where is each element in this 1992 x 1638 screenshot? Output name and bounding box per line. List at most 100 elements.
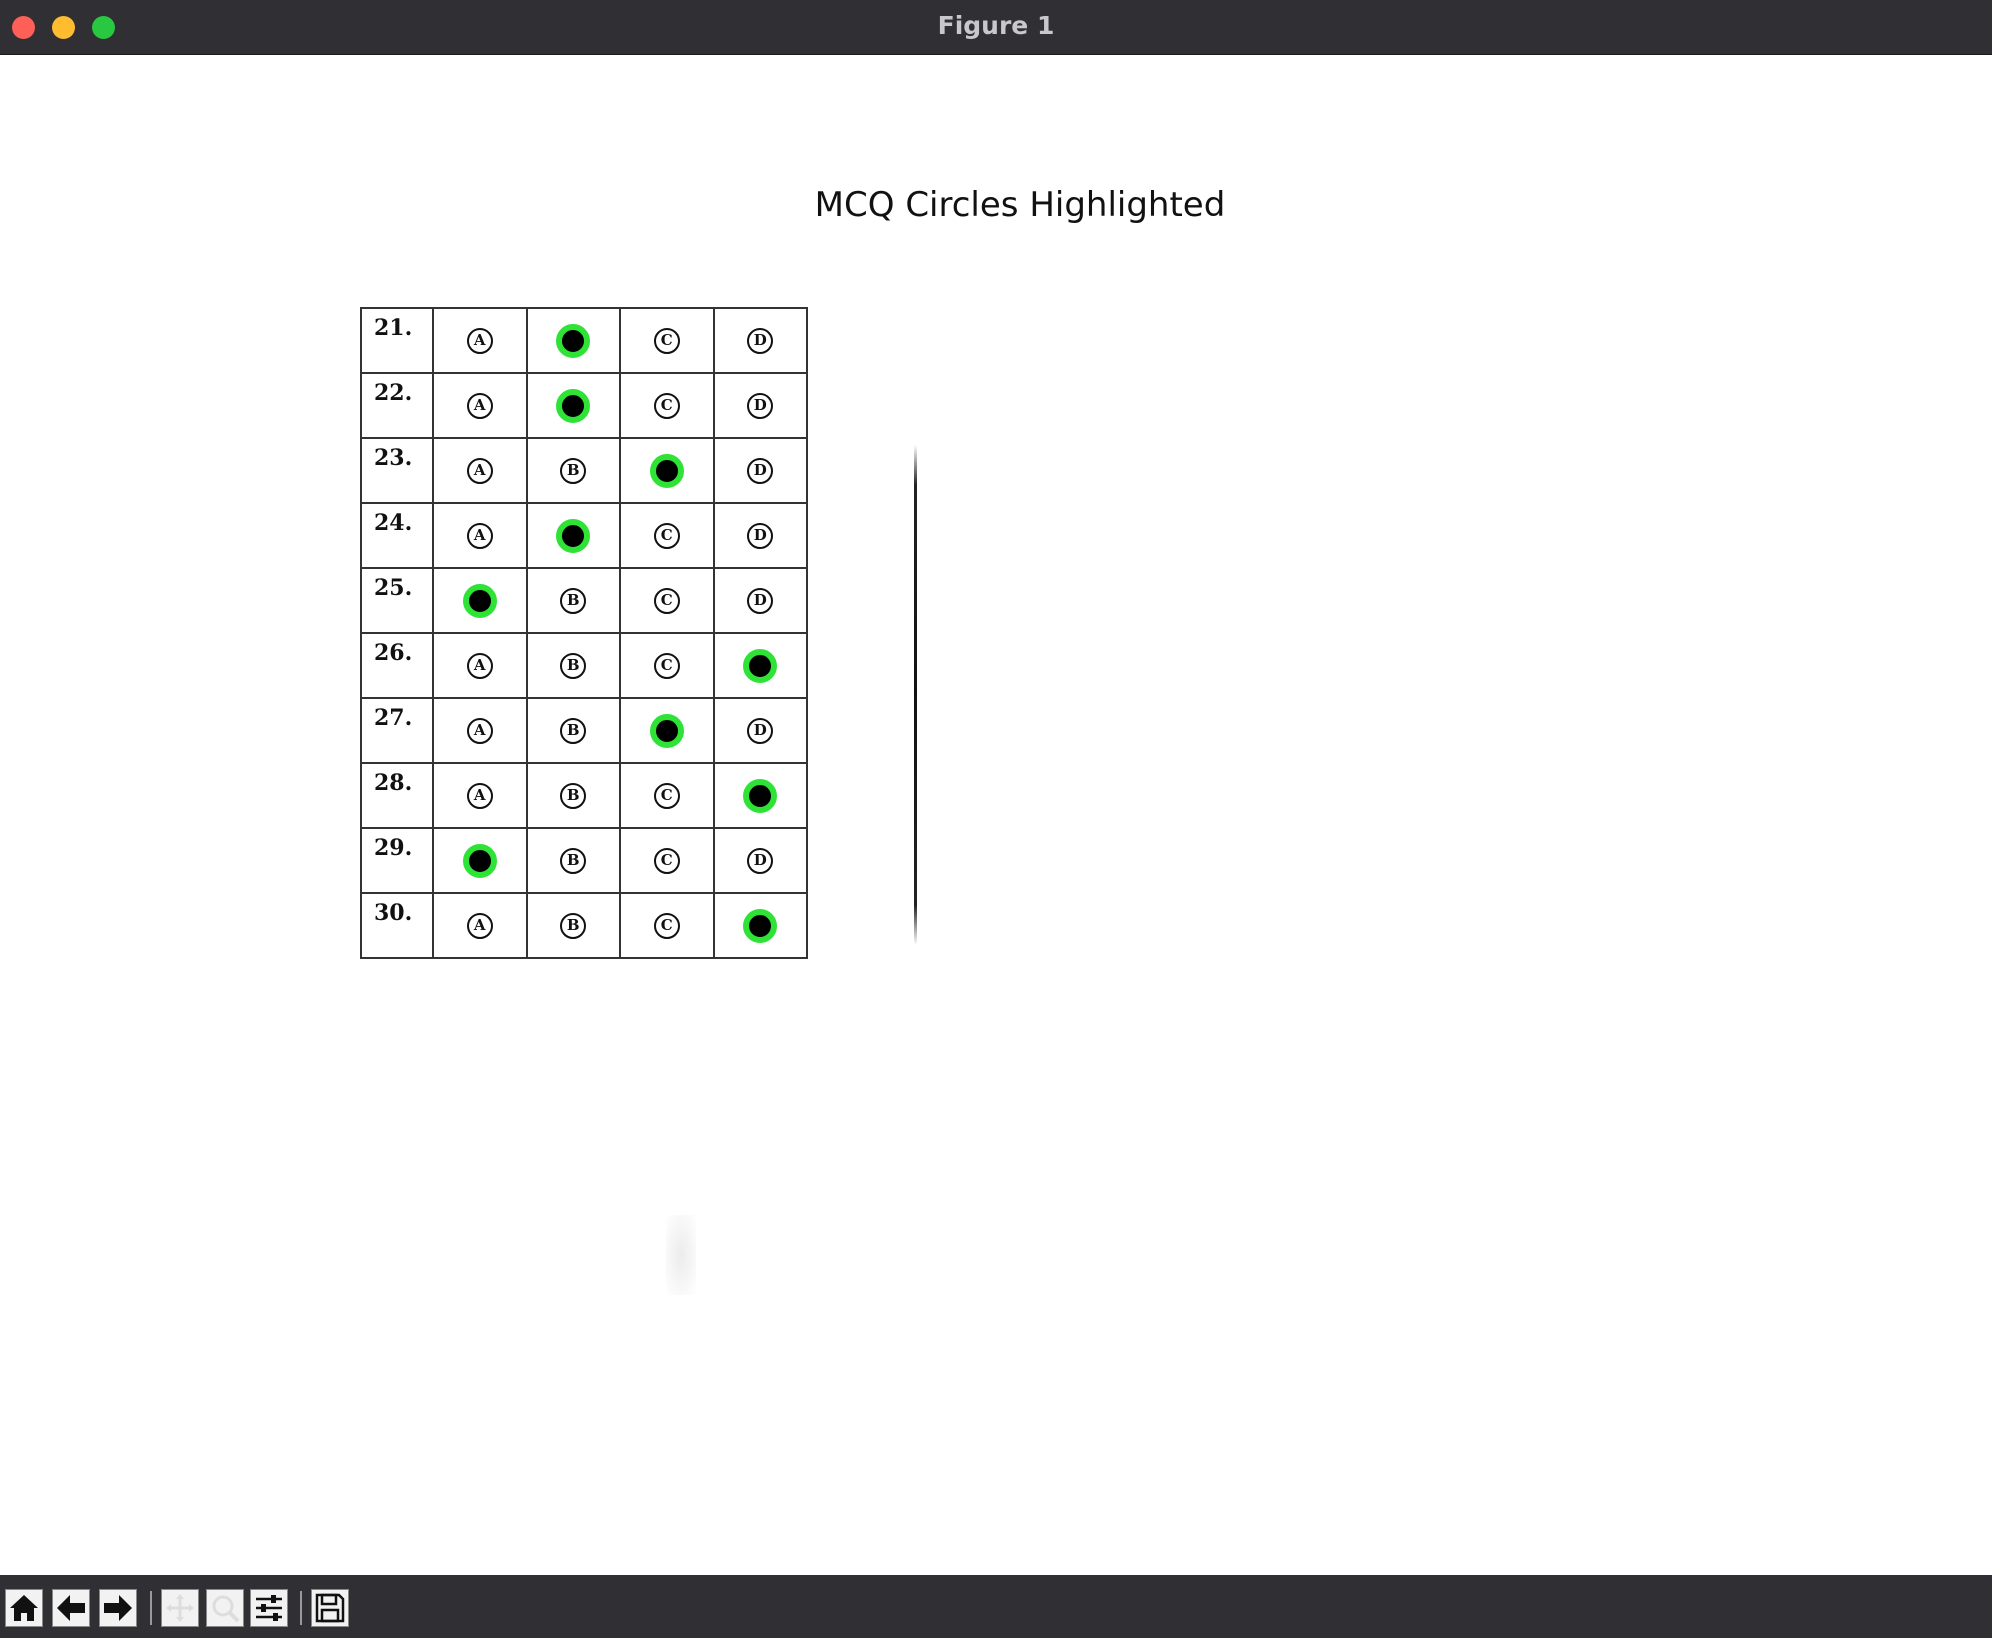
question-number-cell: 30. xyxy=(360,892,434,959)
option-bubble: B xyxy=(560,587,587,614)
option-cell: C xyxy=(619,372,715,439)
question-number-cell: 26. xyxy=(360,632,434,699)
answer-sheet-image: 21. A B C D 22. A B C D 23. A B C D 24. A B C D 25. A B C D 26. A B… xyxy=(360,307,808,959)
answer-row: 24. A B C D xyxy=(360,502,808,569)
option-cell: B xyxy=(525,697,621,764)
highlighted-bubble: A xyxy=(462,843,497,878)
window-titlebar: Figure 1 xyxy=(0,0,1992,55)
answer-row: 27. A B C D xyxy=(360,697,808,764)
option-bubble: B xyxy=(560,912,587,939)
question-number-cell: 21. xyxy=(360,307,434,374)
option-bubble: A xyxy=(466,652,493,679)
option-bubble: A xyxy=(466,327,493,354)
question-number: 26. xyxy=(374,640,413,666)
option-bubble: A xyxy=(466,392,493,419)
option-bubble: B xyxy=(560,782,587,809)
question-number: 22. xyxy=(374,380,413,406)
navigation-toolbar xyxy=(0,1575,1992,1638)
zoom-icon xyxy=(212,1595,240,1623)
option-bubble: A xyxy=(466,782,493,809)
home-icon xyxy=(10,1595,38,1621)
option-bubble: A xyxy=(466,717,493,744)
question-number-cell: 25. xyxy=(360,567,434,634)
plot-title: MCQ Circles Highlighted xyxy=(814,185,1226,225)
option-bubble: D xyxy=(747,457,774,484)
back-button[interactable] xyxy=(52,1589,90,1627)
option-cell: A xyxy=(432,762,528,829)
option-bubble: C xyxy=(653,782,680,809)
answer-row: 26. A B C D xyxy=(360,632,808,699)
option-cell: B xyxy=(525,307,621,374)
option-bubble: B xyxy=(560,652,587,679)
option-cell: C xyxy=(619,567,715,634)
option-bubble: A xyxy=(466,912,493,939)
scan-smudge xyxy=(666,1215,696,1295)
question-number: 25. xyxy=(374,575,413,601)
option-bubble: D xyxy=(747,522,774,549)
option-cell: D xyxy=(712,307,808,374)
question-number: 29. xyxy=(374,835,413,861)
option-cell: A xyxy=(432,502,528,569)
highlighted-bubble: C xyxy=(649,713,684,748)
highlighted-bubble: D xyxy=(743,778,778,813)
option-cell: C xyxy=(619,307,715,374)
option-cell: D xyxy=(712,762,808,829)
option-cell: D xyxy=(712,632,808,699)
arrow-right-icon xyxy=(104,1595,132,1621)
question-number-cell: 22. xyxy=(360,372,434,439)
option-bubble: D xyxy=(747,392,774,419)
option-cell: B xyxy=(525,372,621,439)
zoom-button[interactable] xyxy=(206,1589,244,1627)
option-bubble: C xyxy=(653,392,680,419)
option-cell: B xyxy=(525,567,621,634)
sliders-icon xyxy=(256,1595,282,1621)
option-cell: D xyxy=(712,372,808,439)
home-button[interactable] xyxy=(5,1589,43,1627)
option-cell: B xyxy=(525,632,621,699)
pan-icon xyxy=(166,1594,194,1622)
pan-button[interactable] xyxy=(161,1589,199,1627)
option-cell: A xyxy=(432,697,528,764)
forward-button[interactable] xyxy=(99,1589,137,1627)
option-bubble: C xyxy=(653,327,680,354)
highlighted-bubble: D xyxy=(743,648,778,683)
figure-canvas[interactable]: MCQ Circles Highlighted 21.ABCD22.ABCD23… xyxy=(0,55,1992,1575)
option-cell: A xyxy=(432,827,528,894)
highlighted-bubble: B xyxy=(556,323,591,358)
option-bubble: D xyxy=(747,847,774,874)
option-cell: D xyxy=(712,827,808,894)
arrow-left-icon xyxy=(57,1595,85,1621)
highlighted-bubble: D xyxy=(743,908,778,943)
answer-row: 30. A B C D xyxy=(360,892,808,959)
option-cell: D xyxy=(712,697,808,764)
question-number-cell: 27. xyxy=(360,697,434,764)
option-bubble: A xyxy=(466,457,493,484)
option-bubble: C xyxy=(653,847,680,874)
option-bubble: C xyxy=(653,912,680,939)
window-title: Figure 1 xyxy=(937,11,1055,40)
question-number-cell: 23. xyxy=(360,437,434,504)
option-bubble: B xyxy=(560,847,587,874)
question-number-cell: 24. xyxy=(360,502,434,569)
answer-row: 29. A B C D xyxy=(360,827,808,894)
option-cell: A xyxy=(432,307,528,374)
save-icon xyxy=(315,1593,345,1623)
option-cell: C xyxy=(619,762,715,829)
option-cell: B xyxy=(525,502,621,569)
question-number: 21. xyxy=(374,315,413,341)
option-cell: A xyxy=(432,567,528,634)
answer-row: 21. A B C D xyxy=(360,307,808,374)
option-bubble: D xyxy=(747,717,774,744)
option-cell: B xyxy=(525,437,621,504)
question-number: 27. xyxy=(374,705,413,731)
option-bubble: C xyxy=(653,522,680,549)
answer-row: 23. A B C D xyxy=(360,437,808,504)
toolbar-separator xyxy=(300,1591,302,1625)
configure-subplots-button[interactable] xyxy=(250,1589,288,1627)
save-button[interactable] xyxy=(311,1589,349,1627)
question-number: 30. xyxy=(374,900,413,926)
question-number-cell: 28. xyxy=(360,762,434,829)
option-cell: C xyxy=(619,502,715,569)
answer-row: 28. A B C D xyxy=(360,762,808,829)
option-bubble: B xyxy=(560,457,587,484)
